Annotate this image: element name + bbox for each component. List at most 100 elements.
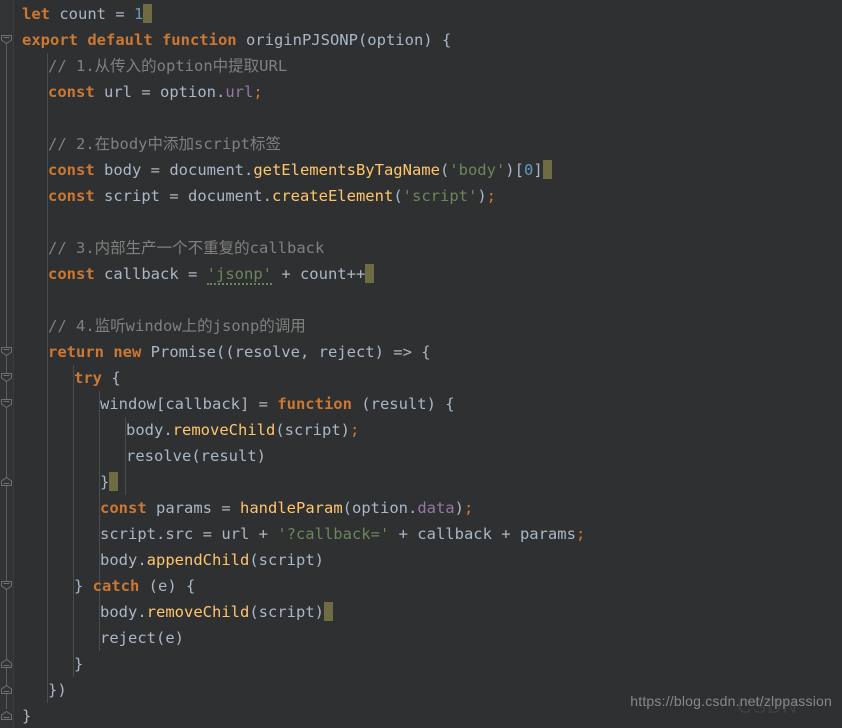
code-token: 1 bbox=[134, 5, 144, 23]
code-token: export default function bbox=[22, 31, 237, 49]
code-token: // 2.在body中添加script标签 bbox=[48, 135, 281, 153]
code-line[interactable]: window[callback] = function (result) { bbox=[100, 391, 455, 417]
code-token: const bbox=[48, 161, 95, 179]
fold-collapse-icon[interactable] bbox=[0, 371, 13, 384]
code-token: (script) bbox=[249, 603, 324, 621]
code-line[interactable]: const params = handleParam(option.data); bbox=[100, 495, 473, 521]
fold-collapse-icon[interactable] bbox=[0, 33, 13, 46]
code-token: (e) { bbox=[139, 577, 196, 595]
code-token: url = option. bbox=[94, 83, 226, 101]
code-token: } bbox=[74, 577, 93, 595]
code-line[interactable]: body.removeChild(script); bbox=[126, 417, 359, 443]
code-token: 0 bbox=[523, 161, 534, 179]
code-token: callback = bbox=[94, 265, 207, 283]
code-token: Promise((resolve, reject) => { bbox=[141, 343, 431, 361]
code-token: count = bbox=[50, 5, 134, 23]
code-token: { bbox=[102, 369, 121, 387]
blog-url-watermark: https://blog.csdn.net/zlppassion bbox=[630, 693, 832, 709]
code-line[interactable]: // 2.在body中添加script标签 bbox=[48, 131, 281, 157]
code-token: body. bbox=[100, 551, 147, 569]
code-token: ; bbox=[253, 83, 263, 101]
code-token: (result) { bbox=[351, 395, 455, 413]
code-token: handleParam bbox=[240, 499, 343, 517]
code-token: resolve(result) bbox=[126, 447, 266, 465]
code-line[interactable]: } bbox=[74, 651, 83, 677]
code-token: appendChild bbox=[146, 551, 250, 569]
fold-region-end-icon[interactable] bbox=[0, 657, 13, 670]
code-line[interactable]: const callback = 'jsonp' + count++ bbox=[48, 261, 375, 287]
code-line[interactable]: reject(e) bbox=[100, 625, 184, 651]
code-content-area[interactable]: let count = 1 export default function ori… bbox=[13, 0, 842, 728]
code-token: return new bbox=[48, 343, 142, 361]
code-line[interactable]: try { bbox=[74, 365, 121, 391]
fold-region-end-icon[interactable] bbox=[0, 709, 13, 722]
code-token: ) bbox=[477, 187, 487, 205]
code-token: )[ bbox=[505, 161, 524, 179]
code-token: const bbox=[100, 499, 147, 517]
code-token: ; bbox=[575, 525, 586, 543]
text-caret bbox=[109, 472, 119, 491]
code-token: ] bbox=[533, 161, 543, 179]
code-token: script.src = url + bbox=[100, 525, 278, 543]
code-token: ) bbox=[454, 499, 464, 517]
code-line[interactable]: const body = document.getElementsByTagNa… bbox=[48, 157, 552, 183]
code-token: body = document. bbox=[94, 161, 254, 179]
code-line[interactable]: script.src = url + '?callback=' + callba… bbox=[100, 521, 585, 547]
code-token: + callback + params bbox=[389, 525, 576, 543]
code-token: } bbox=[22, 707, 32, 725]
code-token: window[callback] = bbox=[100, 395, 278, 413]
code-line[interactable]: } bbox=[100, 469, 119, 495]
code-token: const bbox=[48, 265, 95, 283]
code-token: (script) bbox=[275, 421, 350, 439]
editor-fold-gutter[interactable] bbox=[0, 0, 14, 728]
code-token: // 1.从传入的option中提取URL bbox=[48, 57, 288, 75]
text-caret bbox=[143, 4, 153, 23]
code-token: }) bbox=[48, 681, 67, 699]
code-token: ; bbox=[349, 421, 360, 439]
code-line[interactable]: } catch (e) { bbox=[74, 573, 195, 599]
code-token: } bbox=[74, 655, 84, 673]
code-token: url bbox=[225, 83, 254, 101]
code-token: getElementsByTagName bbox=[253, 161, 440, 179]
fold-collapse-icon[interactable] bbox=[0, 397, 13, 410]
fold-collapse-icon[interactable] bbox=[0, 579, 13, 592]
code-line[interactable]: return new Promise((resolve, reject) => … bbox=[48, 339, 431, 365]
code-line[interactable]: } bbox=[22, 703, 31, 728]
code-token: removeChild bbox=[146, 603, 250, 621]
code-token: // 4.监听window上的jsonp的调用 bbox=[48, 317, 306, 335]
text-caret bbox=[542, 160, 552, 179]
code-token: (option. bbox=[342, 499, 418, 517]
code-token: 'script' bbox=[402, 187, 478, 205]
code-line[interactable]: const script = document.createElement('s… bbox=[48, 183, 496, 209]
code-line[interactable]: export default function originPJSONP(opt… bbox=[22, 27, 451, 53]
code-line[interactable]: body.removeChild(script) bbox=[100, 599, 333, 625]
code-token: body. bbox=[100, 603, 147, 621]
code-token: ( bbox=[393, 187, 403, 205]
indent-guide-line bbox=[73, 365, 74, 677]
code-token: function bbox=[277, 395, 352, 413]
code-token: ( bbox=[439, 161, 450, 179]
code-token: (script) bbox=[249, 551, 324, 569]
code-token: reject(e) bbox=[100, 629, 184, 647]
code-token: try bbox=[74, 369, 102, 387]
code-line[interactable]: resolve(result) bbox=[126, 443, 266, 469]
code-line[interactable]: let count = 1 bbox=[22, 1, 153, 27]
code-token: 'jsonp' bbox=[206, 265, 272, 285]
code-line[interactable]: // 3.内部生产一个不重复的callback bbox=[48, 235, 324, 261]
code-line[interactable]: body.appendChild(script) bbox=[100, 547, 324, 573]
code-line[interactable]: // 1.从传入的option中提取URL bbox=[48, 53, 287, 79]
code-editor[interactable]: let count = 1 export default function ori… bbox=[0, 0, 842, 728]
code-token: } bbox=[100, 473, 110, 491]
code-line[interactable]: // 4.监听window上的jsonp的调用 bbox=[48, 313, 306, 339]
code-line[interactable]: const url = option.url; bbox=[48, 79, 263, 105]
code-token: body. bbox=[126, 421, 173, 439]
fold-region-end-icon[interactable] bbox=[0, 683, 13, 696]
code-token: ; bbox=[463, 499, 474, 517]
fold-region-end-icon[interactable] bbox=[0, 475, 13, 488]
fold-collapse-icon[interactable] bbox=[0, 345, 13, 358]
code-line[interactable]: }) bbox=[48, 677, 67, 703]
code-token: let bbox=[22, 5, 50, 23]
code-token: // 3.内部生产一个不重复的callback bbox=[48, 239, 325, 257]
code-token: + count++ bbox=[271, 265, 366, 283]
code-token: '?callback=' bbox=[277, 525, 390, 543]
